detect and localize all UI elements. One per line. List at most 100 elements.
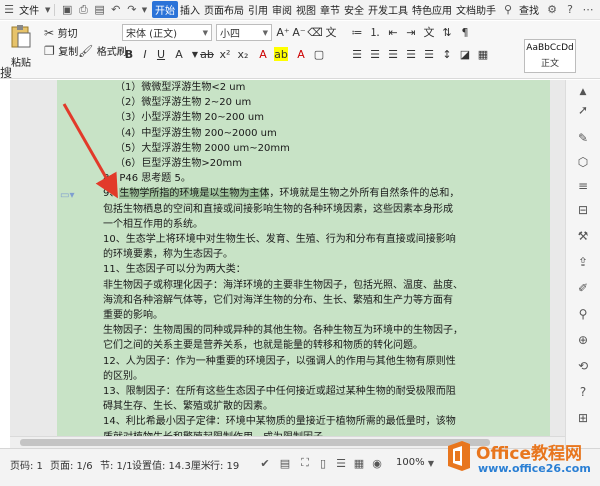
show-marks-icon[interactable]: ¶: [458, 25, 472, 39]
tab-view[interactable]: 视图: [294, 2, 318, 17]
more-icon[interactable]: ⋯: [580, 2, 596, 18]
cursor-icon[interactable]: ➚: [575, 102, 591, 118]
align-right-icon[interactable]: ☰: [386, 47, 400, 61]
search-icon[interactable]: ⚲: [500, 2, 516, 18]
doc-check-icon[interactable]: ▤: [278, 456, 292, 470]
cut-button[interactable]: ✂ 剪切: [44, 25, 78, 40]
distributed-icon[interactable]: ☰: [422, 47, 436, 61]
print-preview-icon[interactable]: ▤: [92, 2, 106, 18]
tab-insert[interactable]: 插入: [178, 2, 202, 17]
help-icon[interactable]: ?: [575, 384, 591, 400]
char-border-icon[interactable]: ▢: [312, 47, 326, 61]
grow-font-icon[interactable]: A⁺: [276, 25, 290, 39]
left-panel-fragment: 搜: [0, 66, 13, 80]
settings-icon[interactable]: ⚙: [544, 2, 560, 18]
tab-chapter[interactable]: 章节: [318, 2, 342, 17]
outline-view-icon[interactable]: ▦: [352, 456, 366, 470]
underline-icon[interactable]: U: [154, 47, 168, 61]
undo-icon[interactable]: ↶: [109, 2, 123, 18]
increase-indent-icon[interactable]: ⇥: [404, 25, 418, 39]
shrink-font-icon[interactable]: A⁻: [292, 25, 306, 39]
redo-icon[interactable]: ↷: [125, 2, 139, 18]
menu-right-group: ⚲ 查找 ⚙ ? ⋯: [498, 2, 600, 18]
tab-doc-assistant[interactable]: 文档助手: [454, 2, 498, 17]
expand-icon[interactable]: ⊞: [575, 410, 591, 426]
line-spacing-icon[interactable]: ↕: [440, 47, 454, 61]
font-color-icon[interactable]: A: [256, 47, 270, 61]
highlight-icon[interactable]: ab: [274, 47, 288, 61]
subscript-icon[interactable]: x₂: [236, 47, 250, 61]
chevron-down-icon[interactable]: ▼: [44, 2, 51, 18]
clear-format-icon[interactable]: ⌫: [307, 25, 323, 39]
style-normal[interactable]: AaBbCcDd 正文: [524, 39, 576, 73]
share-icon[interactable]: ⇪: [575, 254, 591, 270]
zoom-level[interactable]: 100%: [396, 457, 425, 468]
tools-icon[interactable]: ⚒: [575, 228, 591, 244]
superscript-icon[interactable]: x²: [218, 47, 232, 61]
chevron-down-icon[interactable]: ▼: [141, 2, 148, 18]
font-family-select[interactable]: 宋体 (正文) ▼: [122, 24, 212, 41]
style-icon[interactable]: ✎: [575, 130, 591, 146]
status-pages[interactable]: 页面: 1/6: [50, 457, 93, 472]
office26-watermark: Office教程网 www.office26.com: [442, 438, 600, 486]
sort-icon[interactable]: ⇅: [440, 25, 454, 39]
edit-icon[interactable]: ✐: [575, 280, 591, 296]
strikethrough-icon[interactable]: ab: [200, 47, 214, 61]
tab-page-layout[interactable]: 页面布局: [202, 2, 246, 17]
print-icon[interactable]: ⎙: [76, 2, 90, 18]
numbered-list-icon[interactable]: ⒈: [368, 25, 382, 39]
document-page[interactable]: （1）微微型浮游生物<2 um （2）微型浮游生物 2~20 um （3）小型浮…: [57, 80, 550, 448]
history-icon[interactable]: ⟲: [575, 358, 591, 374]
font-effect-icon[interactable]: A: [172, 47, 186, 61]
align-center-icon[interactable]: ☰: [368, 47, 382, 61]
status-position[interactable]: 设置值: 14.3厘米: [132, 457, 211, 472]
status-section[interactable]: 节: 1/1: [100, 457, 133, 472]
stamp-icon[interactable]: ⚲: [575, 306, 591, 322]
chevron-down-icon[interactable]: ▼: [424, 456, 438, 470]
adjust-icon[interactable]: ≡: [575, 178, 591, 194]
search-label[interactable]: 查找: [516, 2, 542, 17]
properties-icon[interactable]: ⊟: [575, 202, 591, 218]
chinese-layout-icon[interactable]: 文: [422, 25, 436, 39]
copy-button[interactable]: ❐ 复制: [44, 43, 78, 58]
borders-icon[interactable]: ▦: [476, 47, 490, 61]
highlighted-text[interactable]: 生物学所指的环境是以生物为主体: [119, 188, 270, 200]
bullet-list-icon[interactable]: ≔: [350, 25, 364, 39]
collapse-icon[interactable]: ▲: [575, 84, 591, 100]
tab-review[interactable]: 审阅: [270, 2, 294, 17]
file-menu[interactable]: 文件: [16, 2, 42, 17]
eye-protection-icon[interactable]: ◉: [370, 456, 384, 470]
save-icon[interactable]: ▣: [60, 2, 74, 18]
font-size-select[interactable]: 小四 ▼: [216, 24, 272, 41]
text-color-icon[interactable]: A: [294, 47, 308, 61]
format-painter-button[interactable]: 🖌 格式刷: [78, 43, 127, 58]
shading-icon[interactable]: ◪: [458, 47, 472, 61]
page-view-icon[interactable]: ▯: [316, 456, 330, 470]
tab-references[interactable]: 引用: [246, 2, 270, 17]
full-screen-icon[interactable]: ⛶: [298, 456, 312, 470]
align-left-icon[interactable]: ☰: [350, 47, 364, 61]
tab-security[interactable]: 安全: [342, 2, 366, 17]
spellcheck-icon[interactable]: ✔: [258, 456, 272, 470]
tab-start[interactable]: 开始: [151, 1, 178, 18]
doc-line: 重要的影响。: [103, 310, 163, 322]
doc-line: 包括生物栖息的空间和直接或间接影响生物的各种环境因素，这些因素本身形成: [103, 203, 453, 215]
status-row[interactable]: 行: 19: [210, 457, 239, 472]
tab-developer[interactable]: 开发工具: [366, 2, 410, 17]
phonetic-icon[interactable]: 文: [324, 25, 338, 39]
scrollbar-thumb[interactable]: [20, 439, 490, 446]
web-view-icon[interactable]: ☰: [334, 456, 348, 470]
hamburger-icon[interactable]: ☰: [2, 2, 16, 18]
decrease-indent-icon[interactable]: ⇤: [386, 25, 400, 39]
justify-icon[interactable]: ☰: [404, 47, 418, 61]
shapes-icon[interactable]: ⬡: [575, 154, 591, 170]
bold-icon[interactable]: B: [122, 47, 136, 61]
status-page[interactable]: 页码: 1: [10, 457, 43, 472]
tab-special-apps[interactable]: 特色应用: [410, 2, 454, 17]
backup-icon[interactable]: ⊕: [575, 332, 591, 348]
italic-icon[interactable]: I: [138, 47, 152, 61]
ribbon: 粘贴 ✂ 剪切 ❐ 复制 🖌 格式刷 宋体 (正文) ▼ 小四 ▼ A⁺ A⁻ …: [0, 21, 600, 79]
document-body[interactable]: （1）微微型浮游生物<2 um （2）微型浮游生物 2~20 um （3）小型浮…: [103, 80, 543, 445]
doc-line-9: 9、生物学所指的环境是以生物为主体，环境就是生物之外所有自然条件的总和，: [103, 186, 543, 201]
help-icon[interactable]: ?: [562, 2, 578, 18]
